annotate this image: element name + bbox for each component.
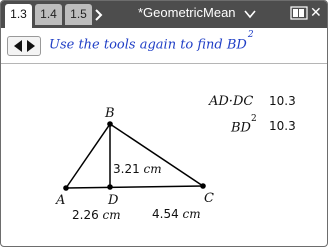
measurement-bd-value: 3.21 — [113, 162, 140, 176]
label-c: C — [204, 191, 214, 206]
measurement-ad-unit: cm — [102, 208, 121, 222]
calculator-screen: 1.3 1.4 1.5 *GeometricMean ✕ Use the too… — [0, 0, 328, 247]
measurement-dc-unit: cm — [182, 207, 201, 221]
battery-icon — [290, 6, 308, 20]
page-tabs: 1.3 1.4 1.5 — [5, 4, 105, 28]
segment-ac — [65, 185, 204, 189]
label-d: D — [108, 193, 119, 208]
tab-1-3[interactable]: 1.3 — [5, 4, 32, 28]
point-a[interactable] — [63, 185, 69, 191]
measurement-ad-value: 2.26 — [72, 208, 99, 222]
label-b: B — [105, 106, 115, 121]
calc-label-bd-text: BD — [231, 120, 251, 136]
chevron-right-icon[interactable] — [95, 4, 105, 25]
calc-label-ad-dc: AD·DC — [209, 94, 254, 109]
point-b[interactable] — [107, 121, 113, 127]
tab-1-5[interactable]: 1.5 — [65, 4, 92, 25]
calc-label-bd-squared: BD2 — [231, 114, 257, 136]
point-d[interactable] — [107, 184, 113, 190]
left-arrow-icon[interactable] — [12, 39, 24, 53]
segment-bc — [109, 123, 204, 187]
segment-ab — [65, 123, 111, 189]
page-navigator[interactable] — [7, 36, 41, 56]
calc-value-ad-dc: 10.3 — [269, 94, 296, 108]
close-icon[interactable]: ✕ — [310, 4, 322, 21]
instruction-body: Use the tools again to find BD — [49, 37, 247, 53]
chevron-down-icon[interactable] — [244, 9, 256, 19]
calc-value-bd-squared: 10.3 — [269, 119, 296, 133]
instruction-exponent: 2 — [247, 30, 254, 40]
tab-1-4[interactable]: 1.4 — [35, 4, 62, 25]
top-bar: 1.3 1.4 1.5 *GeometricMean ✕ — [1, 1, 327, 28]
measurement-bd: 3.21 cm — [113, 162, 162, 176]
label-a: A — [56, 193, 66, 208]
instruction-text: Use the tools again to find BD2 — [49, 30, 254, 53]
right-arrow-icon[interactable] — [25, 39, 37, 53]
calc-label-bd-exponent: 2 — [250, 114, 257, 124]
document-title[interactable]: *GeometricMean — [138, 5, 236, 20]
measurement-dc: 4.54 cm — [152, 207, 201, 221]
measurement-bd-unit: cm — [143, 162, 162, 176]
measurement-dc-value: 4.54 — [152, 207, 179, 221]
measurement-ad: 2.26 cm — [72, 208, 121, 222]
point-c[interactable] — [200, 183, 206, 189]
